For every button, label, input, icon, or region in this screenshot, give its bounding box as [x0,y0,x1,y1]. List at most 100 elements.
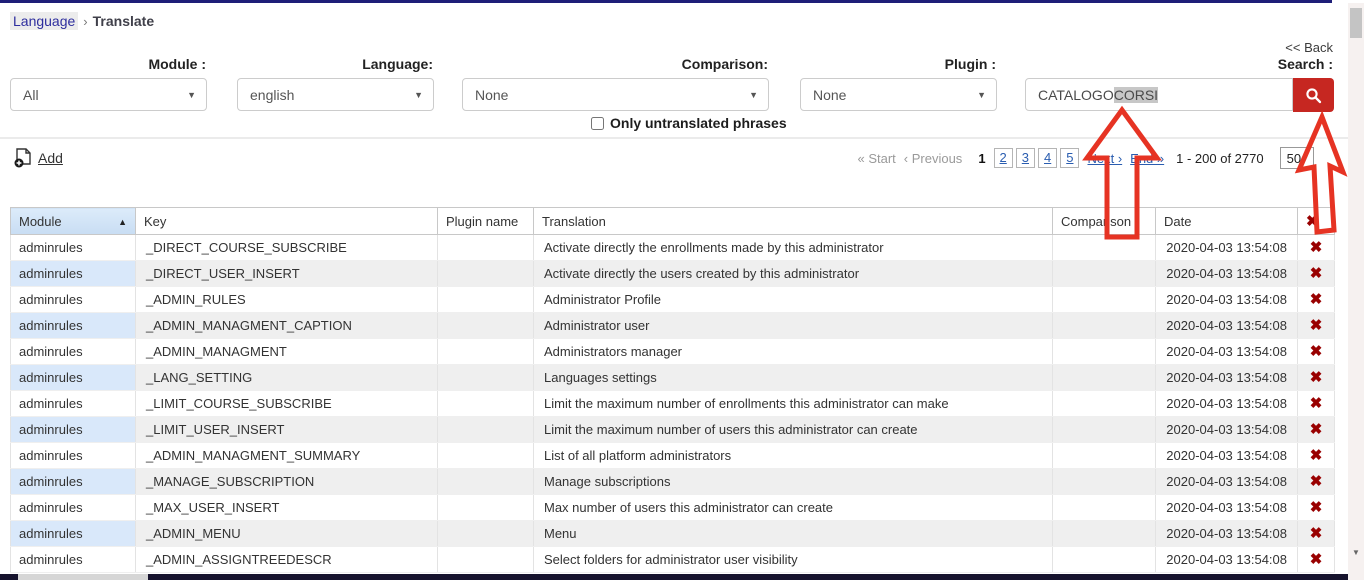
pagination-start[interactable]: « Start [857,151,895,166]
only-untranslated-checkbox[interactable] [591,117,604,130]
add-document-icon [14,148,32,168]
scrollbar-down-arrow-icon[interactable]: ▼ [1348,548,1364,557]
add-action[interactable]: Add [14,148,63,168]
module-cell: adminrules [11,339,136,365]
delete-row-icon[interactable]: ✖ [1310,473,1323,490]
translation-cell: Manage subscriptions [534,469,1053,495]
delete-cell: ✖ [1298,287,1335,313]
delete-row-icon[interactable]: ✖ [1310,447,1323,464]
pagination-end[interactable]: End » [1130,151,1164,166]
plugin-cell [438,313,534,339]
delete-row-icon[interactable]: ✖ [1310,395,1323,412]
delete-row-icon[interactable]: ✖ [1310,499,1323,516]
table-row: adminrules_LANG_SETTINGLanguages setting… [11,365,1335,391]
pagination-page-5[interactable]: 5 [1060,148,1079,168]
search-input[interactable]: CATALOGO CORSI [1025,78,1293,111]
delete-cell: ✖ [1298,547,1335,573]
translation-cell: Menu [534,521,1053,547]
comparison-cell [1053,417,1156,443]
comparison-cell [1053,443,1156,469]
delete-row-icon[interactable]: ✖ [1310,265,1323,282]
module-cell: adminrules [11,313,136,339]
module-cell: adminrules [11,417,136,443]
comparison-cell [1053,469,1156,495]
horizontal-scrollbar[interactable] [0,574,1348,580]
delete-row-icon[interactable]: ✖ [1310,525,1323,542]
horizontal-scrollbar-thumb[interactable] [18,574,148,580]
back-link[interactable]: << Back [1233,40,1333,55]
module-select[interactable]: All ▼ [10,78,207,111]
table-body: adminrules_DIRECT_COURSE_SUBSCRIBEActiva… [11,235,1335,573]
delete-row-icon[interactable]: ✖ [1310,239,1323,256]
column-header-date[interactable]: Date [1156,208,1298,235]
per-page-value: 50 [1287,151,1301,166]
plugin-select[interactable]: None ▼ [800,78,997,111]
pagination-page-2[interactable]: 2 [994,148,1013,168]
column-header-delete: ✖ [1298,208,1335,235]
comparison-cell [1053,287,1156,313]
delete-row-icon[interactable]: ✖ [1310,291,1323,308]
delete-row-icon[interactable]: ✖ [1310,317,1323,334]
delete-cell: ✖ [1298,365,1335,391]
column-header-module[interactable]: Module ▲ [11,208,136,235]
table-row: adminrules_ADMIN_MANAGMENT_CAPTIONAdmini… [11,313,1335,339]
per-page-select[interactable]: 50 ▼ [1280,147,1314,169]
plugin-cell [438,443,534,469]
translations-table: Module ▲ Key Plugin name Translation Com… [10,207,1335,573]
top-accent-bar [0,0,1332,3]
delete-row-icon[interactable]: ✖ [1310,551,1323,568]
date-cell: 2020-04-03 13:54:08 [1156,339,1298,365]
column-header-key[interactable]: Key [136,208,438,235]
table-row: adminrules_DIRECT_COURSE_SUBSCRIBEActiva… [11,235,1335,261]
add-link[interactable]: Add [38,150,63,166]
column-header-plugin-name[interactable]: Plugin name [438,208,534,235]
date-cell: 2020-04-03 13:54:08 [1156,287,1298,313]
translation-cell: Limit the maximum number of enrollments … [534,391,1053,417]
delete-cell: ✖ [1298,313,1335,339]
chevron-down-icon: ▼ [1301,154,1309,163]
key-cell: _ADMIN_RULES [136,287,438,313]
comparison-select[interactable]: None ▼ [462,78,769,111]
delete-row-icon[interactable]: ✖ [1310,421,1323,438]
delete-cell: ✖ [1298,521,1335,547]
key-cell: _ADMIN_MENU [136,521,438,547]
delete-all-icon[interactable]: ✖ [1306,213,1319,230]
comparison-select-value: None [475,87,508,103]
pagination-previous[interactable]: ‹ Previous [904,151,963,166]
table-row: adminrules_LIMIT_USER_INSERTLimit the ma… [11,417,1335,443]
key-cell: _ADMIN_ASSIGNTREEDESCR [136,547,438,573]
column-header-comparison[interactable]: Comparison [1053,208,1156,235]
date-cell: 2020-04-03 13:54:08 [1156,261,1298,287]
delete-cell: ✖ [1298,261,1335,287]
language-select[interactable]: english ▼ [237,78,434,111]
table-row: adminrules_ADMIN_MANAGMENT_SUMMARYList o… [11,443,1335,469]
search-button[interactable] [1293,78,1334,112]
only-untranslated-row: Only untranslated phrases [591,115,787,131]
pagination-page-4[interactable]: 4 [1038,148,1057,168]
breadcrumb-language-link[interactable]: Language [10,12,78,30]
vertical-scrollbar-thumb[interactable] [1350,8,1362,38]
delete-cell: ✖ [1298,495,1335,521]
plugin-cell [438,469,534,495]
chevron-down-icon: ▼ [749,90,758,100]
translation-cell: Administrators manager [534,339,1053,365]
module-cell: adminrules [11,287,136,313]
column-header-translation[interactable]: Translation [534,208,1053,235]
delete-row-icon[interactable]: ✖ [1310,343,1323,360]
module-cell: adminrules [11,469,136,495]
date-cell: 2020-04-03 13:54:08 [1156,391,1298,417]
pagination-next[interactable]: Next › [1087,151,1122,166]
date-cell: 2020-04-03 13:54:08 [1156,417,1298,443]
pagination-current-page: 1 [978,151,985,166]
plugin-cell [438,417,534,443]
table-row: adminrules_MANAGE_SUBSCRIPTIONManage sub… [11,469,1335,495]
plugin-cell [438,339,534,365]
pagination-page-3[interactable]: 3 [1016,148,1035,168]
delete-row-icon[interactable]: ✖ [1310,369,1323,386]
key-cell: _LIMIT_USER_INSERT [136,417,438,443]
key-cell: _LANG_SETTING [136,365,438,391]
vertical-scrollbar[interactable]: ▼ [1348,3,1364,580]
pagination-pages: 2345 [994,148,1080,168]
chevron-down-icon: ▼ [414,90,423,100]
module-cell: adminrules [11,365,136,391]
